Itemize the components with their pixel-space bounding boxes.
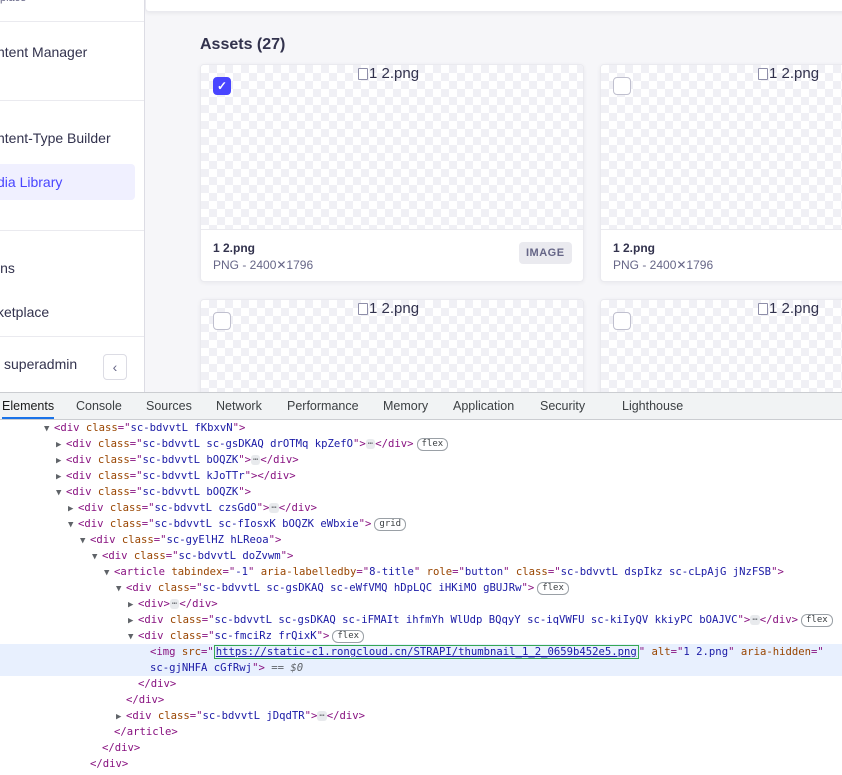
dom-node-close[interactable]: </div> bbox=[0, 692, 842, 708]
asset-name: 1 2.png bbox=[213, 241, 256, 255]
asset-thumbnail[interactable]: 1 2.png bbox=[601, 300, 842, 392]
dom-node[interactable]: ▶ <div class="sc-bdvvtL czsGdO"> ⋯ </div> bbox=[0, 500, 842, 516]
ellipsis-button[interactable]: ⋯ bbox=[365, 439, 376, 449]
filters-card bbox=[145, 0, 842, 12]
sidebar-divider bbox=[0, 230, 144, 231]
dom-node-close[interactable]: </div> bbox=[0, 676, 842, 692]
chevron-left-icon: ‹ bbox=[112, 359, 118, 375]
dom-node[interactable]: ▶ <div class="sc-bdvvtL sc-gsDKAQ sc-iFMA… bbox=[0, 612, 842, 628]
sidebar-item-content-type-builder[interactable]: ntent-Type Builder bbox=[0, 120, 135, 156]
tab-security[interactable]: Security bbox=[540, 393, 585, 419]
tab-performance[interactable]: Performance bbox=[287, 393, 359, 419]
sidebar-item-label: ins bbox=[0, 260, 15, 276]
tab-console[interactable]: Console bbox=[76, 393, 122, 419]
asset-thumbnail[interactable]: 1 2.png bbox=[201, 65, 583, 230]
dom-node[interactable]: ▼ <div class="sc-fmciRz frQixK"> flex bbox=[0, 628, 842, 644]
sidebar-item-label: ketplace bbox=[0, 304, 50, 320]
collapse-sidebar-button[interactable]: ‹ bbox=[103, 354, 127, 380]
tab-application[interactable]: Application bbox=[453, 393, 514, 419]
asset-thumbnail[interactable]: 1 2.png bbox=[201, 300, 583, 392]
dom-node-close[interactable]: </div> bbox=[0, 740, 842, 756]
ellipsis-button[interactable]: ⋯ bbox=[750, 615, 760, 625]
sidebar-item-content-manager[interactable]: ntent Manager bbox=[0, 34, 135, 70]
asset-card[interactable]: 1 2.png bbox=[600, 299, 842, 392]
dom-node-selected-cont[interactable]: sc-gjNHFA cGfRwj"> == $0 bbox=[0, 660, 842, 676]
tab-elements[interactable]: Elements bbox=[2, 393, 55, 419]
dom-node[interactable]: ▼ <div class="sc-bdvvtL sc-fIosxK bOQZK e… bbox=[0, 516, 842, 532]
ellipsis-button[interactable]: ⋯ bbox=[169, 599, 180, 609]
broken-image: 1 2.png bbox=[758, 300, 819, 317]
tab-memory[interactable]: Memory bbox=[383, 393, 428, 419]
broken-image: 1 2.png bbox=[358, 65, 419, 82]
asset-name: 1 2.png bbox=[613, 241, 656, 255]
dom-node-close[interactable]: </div> bbox=[0, 756, 842, 772]
asset-select-checkbox[interactable] bbox=[213, 312, 231, 330]
asset-select-checkbox[interactable]: ✓ bbox=[213, 77, 231, 95]
dom-node[interactable]: ▼ <div class="sc-bdvvtL bOQZK"> bbox=[0, 484, 842, 500]
asset-meta: PNG - 2400✕1796 bbox=[213, 258, 314, 272]
ellipsis-button[interactable]: ⋯ bbox=[250, 455, 261, 465]
dom-node[interactable]: ▶ <div class="sc-bdvvtL bOQZK"> ⋯ </div> bbox=[0, 452, 842, 468]
dom-node[interactable]: ▼ <div class="sc-bdvvtL sc-gsDKAQ sc-eWfV… bbox=[0, 580, 842, 596]
flex-badge[interactable]: flex bbox=[416, 437, 449, 451]
checkmark-icon: ✓ bbox=[216, 79, 228, 93]
flex-badge[interactable]: flex bbox=[332, 629, 365, 643]
sidebar-divider bbox=[0, 21, 144, 22]
dom-node[interactable]: ▼ <div class="sc-bdvvtL fKbxvN"> bbox=[0, 420, 842, 436]
dom-node-selected[interactable]: <img src=" https://static-c1.rongcloud.cn… bbox=[0, 644, 842, 660]
sidebar-top-partial-text: place bbox=[0, 0, 26, 4]
asset-meta: PNG - 2400✕1796 bbox=[613, 258, 714, 272]
broken-image-icon bbox=[358, 302, 368, 315]
flex-badge[interactable]: flex bbox=[801, 613, 833, 627]
asset-thumbnail[interactable]: 1 2.png bbox=[601, 65, 842, 230]
asset-select-checkbox[interactable] bbox=[613, 77, 631, 95]
devtools-panel: Elements Console Sources Network Perform… bbox=[0, 392, 842, 775]
user-name: superadmin bbox=[4, 356, 78, 372]
image-alt-text: 1 2.png bbox=[369, 65, 420, 82]
sidebar-item-plugins[interactable]: ins bbox=[0, 250, 135, 286]
asset-select-checkbox[interactable] bbox=[613, 312, 631, 330]
grid-badge[interactable]: grid bbox=[374, 517, 407, 531]
dom-node[interactable]: ▶ <div> ⋯ </div> bbox=[0, 596, 842, 612]
broken-image-icon bbox=[758, 67, 768, 80]
image-alt-text: 1 2.png bbox=[369, 300, 420, 317]
dom-node[interactable]: ▶ <div class="sc-bdvvtL kJoTTr"></div> bbox=[0, 468, 842, 484]
main-content: Assets (27) 1 2.png ✓ 1 2.png PNG - 2400… bbox=[145, 0, 842, 392]
ellipsis-button[interactable]: ⋯ bbox=[317, 711, 327, 721]
tab-sources[interactable]: Sources bbox=[146, 393, 192, 419]
devtools-tab-bar: Elements Console Sources Network Perform… bbox=[0, 393, 842, 420]
dom-node[interactable]: ▶ <div class="sc-bdvvtL jDqdTR"> ⋯ </div> bbox=[0, 708, 842, 724]
dom-node[interactable]: ▼ <div class="sc-gyElHZ hLReoa"> bbox=[0, 532, 842, 548]
broken-image: 1 2.png bbox=[758, 65, 819, 82]
ellipsis-button[interactable]: ⋯ bbox=[269, 503, 279, 513]
sidebar-divider bbox=[0, 336, 144, 337]
broken-image-icon bbox=[358, 67, 368, 80]
sidebar-item-label: ntent Manager bbox=[0, 44, 88, 60]
broken-image-icon bbox=[758, 302, 768, 315]
sidebar: place ntent Manager ntent-Type Builder d… bbox=[0, 0, 145, 392]
image-alt-text: 1 2.png bbox=[769, 300, 820, 317]
sidebar-item-media-library[interactable]: dia Library bbox=[0, 164, 135, 200]
sidebar-divider bbox=[0, 100, 144, 101]
dom-node[interactable]: ▶ <div class="sc-bdvvtL sc-gsDKAQ drOTMq … bbox=[0, 436, 842, 452]
image-alt-text: 1 2.png bbox=[769, 65, 820, 82]
img-src-link[interactable]: https://static-c1.rongcloud.cn/STRAPI/th… bbox=[213, 645, 639, 659]
dom-node[interactable]: ▼ <article tabindex="-1" aria-labelledby=… bbox=[0, 564, 842, 580]
broken-image: 1 2.png bbox=[358, 300, 419, 317]
asset-type-badge: IMAGE bbox=[519, 242, 572, 264]
sidebar-item-label: ntent-Type Builder bbox=[0, 130, 111, 146]
asset-card[interactable]: 1 2.png ✓ 1 2.png PNG - 2400✕1796 IMAGE bbox=[200, 64, 584, 282]
flex-badge[interactable]: flex bbox=[537, 581, 569, 595]
tab-network[interactable]: Network bbox=[216, 393, 262, 419]
sidebar-item-marketplace[interactable]: ketplace bbox=[0, 294, 135, 330]
dom-node-close[interactable]: </article> bbox=[0, 724, 842, 740]
sidebar-item-label: dia Library bbox=[0, 174, 63, 190]
asset-card[interactable]: 1 2.png bbox=[200, 299, 584, 392]
selected-marker: == $0 bbox=[271, 662, 304, 674]
asset-card[interactable]: 1 2.png 1 2.png PNG - 2400✕1796 bbox=[600, 64, 842, 282]
tab-lighthouse[interactable]: Lighthouse bbox=[622, 393, 683, 419]
assets-heading: Assets (27) bbox=[200, 36, 286, 53]
dom-node[interactable]: ▼ <div class="sc-bdvvtL doZvwm"> bbox=[0, 548, 842, 564]
